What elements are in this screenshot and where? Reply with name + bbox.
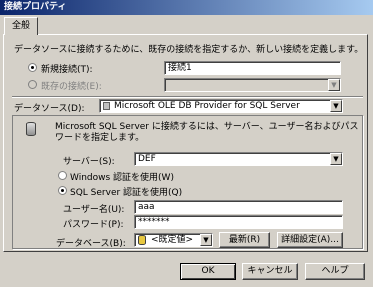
username-input[interactable]: aaa [134, 200, 343, 214]
database-cylinder-icon [138, 235, 146, 245]
ok-button[interactable]: OK [180, 263, 236, 280]
chevron-down-icon[interactable]: ▼ [328, 79, 340, 91]
cancel-button[interactable]: キャンセル [242, 263, 298, 280]
advanced-button[interactable]: 詳細設定(A)... [277, 232, 343, 248]
server-input[interactable]: DEF [134, 152, 343, 166]
existing-connection-select[interactable] [164, 78, 341, 92]
username-label: ユーザー名(U): [63, 205, 125, 215]
windows-auth-label: Windows 認証を使用(W) [70, 173, 174, 183]
chevron-down-icon[interactable]: ▼ [200, 234, 212, 246]
divider [12, 96, 363, 98]
refresh-button[interactable]: 最新(R) [219, 232, 270, 248]
data-source-select[interactable]: Microsoft OLE DB Provider for SQL Server [99, 99, 343, 113]
password-input[interactable]: ******* [134, 215, 343, 229]
help-button[interactable]: ヘルプ [305, 263, 365, 280]
sql-auth-label: SQL Server 認証を使用(Q) [70, 188, 183, 198]
tab-general[interactable]: 全般 [4, 17, 38, 35]
title-bar: 接続プロパティ [0, 0, 373, 15]
data-source-label: データソース(D): [14, 104, 85, 114]
provider-icon [103, 102, 110, 110]
existing-connection-radio[interactable] [28, 80, 37, 89]
chevron-down-icon[interactable]: ▼ [330, 153, 342, 165]
tab-general-label: 全般 [11, 21, 30, 31]
new-connection-input[interactable]: 接続1 [164, 61, 341, 75]
new-connection-radio[interactable] [28, 63, 37, 72]
group-description: Microsoft SQL Server に接続するには、サーバー、ユーザー名お… [55, 122, 359, 143]
chevron-down-icon[interactable]: ▼ [330, 100, 342, 112]
database-icon [26, 122, 36, 136]
window-title: 接続プロパティ [4, 2, 67, 12]
new-connection-label: 新規接続(T): [41, 65, 93, 75]
password-label: パスワード(P): [63, 220, 124, 230]
windows-auth-radio[interactable] [58, 171, 67, 180]
sql-auth-radio[interactable] [58, 186, 67, 195]
intro-text: データソースに接続するために、既存の接続を指定するか、新しい接続を定義します。 [14, 45, 364, 55]
database-label: データベース(B): [56, 239, 126, 249]
existing-connection-label: 既存の接続(E): [41, 82, 102, 92]
server-label: サーバー(S): [63, 157, 115, 167]
